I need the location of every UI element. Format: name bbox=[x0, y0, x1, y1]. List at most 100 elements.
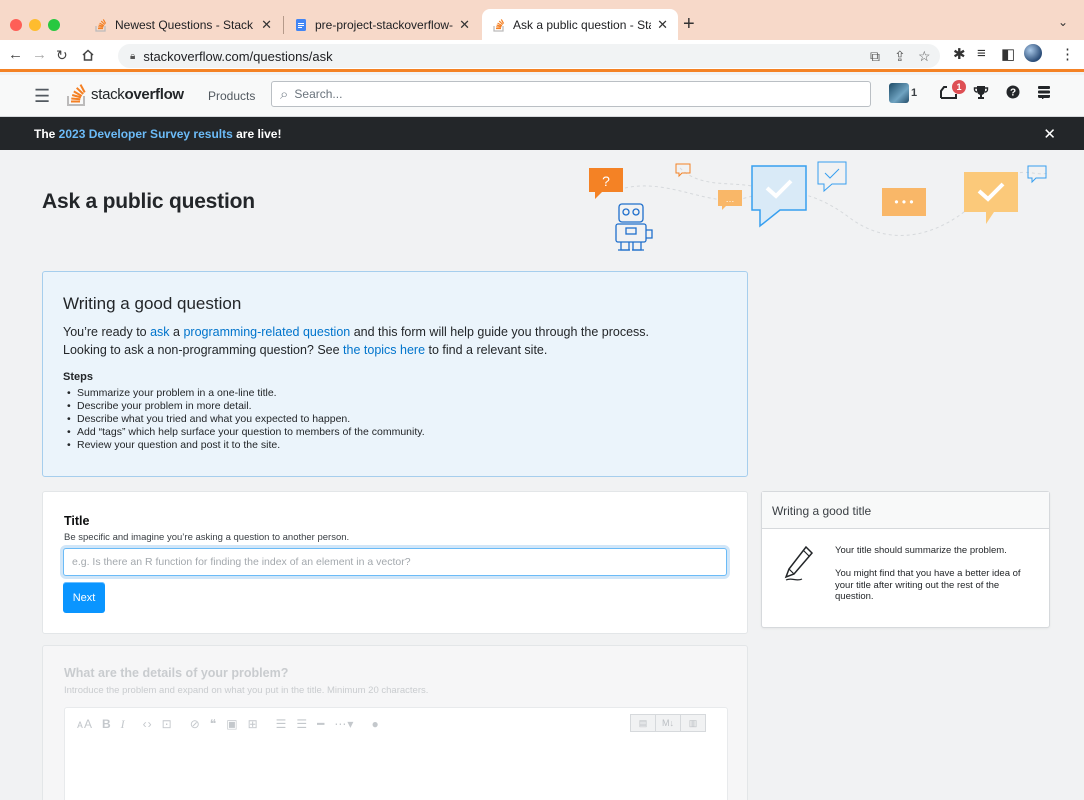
image-icon[interactable]: ▣ bbox=[226, 717, 238, 732]
horizontal-rule-icon[interactable]: ━ bbox=[317, 717, 325, 732]
search-icon: ⌕ bbox=[280, 85, 289, 103]
tips-heading: Writing a good title bbox=[762, 492, 1049, 529]
back-icon[interactable]: ← bbox=[8, 46, 23, 63]
more-icon[interactable]: ⋯▾ bbox=[334, 717, 354, 732]
close-banner-icon[interactable]: ✕ bbox=[1043, 125, 1056, 143]
achievements-trophy-icon[interactable] bbox=[973, 85, 989, 105]
next-button[interactable]: Next bbox=[63, 582, 105, 613]
help-icon[interactable]: ? bbox=[1006, 85, 1020, 104]
browser-tab[interactable]: Newest Questions - Stack Ove ✕ bbox=[84, 9, 282, 40]
address-bar[interactable]: 🔒︎ stackoverflow.com/questions/ask bbox=[118, 44, 940, 68]
home-icon[interactable] bbox=[81, 46, 95, 66]
programming-question-link[interactable]: programming-related question bbox=[183, 325, 350, 339]
reputation-count: 1 bbox=[911, 87, 918, 99]
close-tab-icon[interactable]: ✕ bbox=[261, 17, 272, 33]
ask-question-illustration: ? … • • • bbox=[589, 161, 1049, 251]
steps-list: Summarize your problem in a one-line tit… bbox=[63, 387, 727, 452]
table-icon[interactable]: ⊞ bbox=[248, 717, 259, 732]
announcement-text: The 2023 Developer Survey results are li… bbox=[34, 126, 282, 141]
minimize-window-button[interactable] bbox=[29, 19, 41, 31]
code-icon[interactable]: ‹› bbox=[143, 717, 153, 732]
share-icon[interactable]: ⇪ bbox=[894, 48, 906, 65]
site-header: ☰ stackoverflow Products ⌕ Search... 1 1… bbox=[0, 75, 1084, 117]
survey-results-link[interactable]: 2023 Developer Survey results bbox=[59, 127, 233, 141]
translate-icon[interactable]: ⧉ bbox=[870, 48, 880, 65]
inbox-badge: 1 bbox=[952, 80, 966, 94]
bold-icon[interactable]: B bbox=[102, 717, 112, 732]
step-item: Describe your problem in more detail. bbox=[63, 400, 727, 413]
step-item: Summarize your problem in a one-line tit… bbox=[63, 387, 727, 400]
new-tab-icon[interactable]: + bbox=[683, 13, 695, 36]
pencil-icon bbox=[784, 545, 814, 581]
page-title: Ask a public question bbox=[42, 190, 255, 213]
close-window-button[interactable] bbox=[10, 19, 22, 31]
browser-tab[interactable]: pre-project-stackoverflow-clon ✕ bbox=[284, 9, 480, 40]
browser-toolbar: ← → ↻ 🔒︎ stackoverflow.com/questions/ask… bbox=[0, 40, 1084, 72]
products-menu[interactable]: Products bbox=[200, 83, 263, 109]
tips-text-2: You might find that you have a better id… bbox=[835, 568, 1021, 602]
guide-heading: Writing a good question bbox=[63, 294, 242, 313]
ordered-list-icon[interactable]: ☰ bbox=[276, 717, 288, 732]
lock-icon: 🔒︎ bbox=[130, 50, 136, 62]
title-label: Title bbox=[64, 514, 90, 528]
site-search[interactable]: ⌕ Search... bbox=[271, 81, 871, 107]
step-item: Review your question and post it to the … bbox=[63, 439, 727, 452]
details-editor[interactable]: ᴀA B I ‹› ⊡ ⊘ ❝ ▣ ⊞ ☰ ☰ ━ ⋯▾ ● ▤ M↓ ▥ bbox=[64, 707, 728, 800]
preview-view-icon[interactable]: ▥ bbox=[680, 714, 706, 732]
svg-text:…: … bbox=[726, 194, 735, 204]
rich-text-view-icon[interactable]: ▤ bbox=[630, 714, 656, 732]
help-icon[interactable]: ● bbox=[371, 717, 379, 732]
user-avatar[interactable] bbox=[889, 83, 909, 103]
reading-list-icon[interactable]: ≡ bbox=[977, 45, 986, 62]
bookmark-star-icon[interactable]: ☆ bbox=[918, 48, 931, 65]
forward-icon[interactable]: → bbox=[32, 46, 47, 63]
hamburger-menu-icon[interactable]: ☰ bbox=[34, 86, 50, 107]
details-label: What are the details of your problem? bbox=[64, 666, 289, 680]
editor-toolbar: ᴀA B I ‹› ⊡ ⊘ ❝ ▣ ⊞ ☰ ☰ ━ ⋯▾ ● bbox=[77, 717, 380, 732]
question-guide-panel: Writing a good question You’re ready to … bbox=[42, 271, 748, 477]
tips-text-1: Your title should summarize the problem. bbox=[835, 545, 1007, 556]
step-item: Add “tags” which help surface your quest… bbox=[63, 426, 727, 439]
url-text: stackoverflow.com/questions/ask bbox=[143, 48, 333, 64]
ask-link[interactable]: ask bbox=[150, 325, 169, 339]
editor-view-toggle: ▤ M↓ ▥ bbox=[630, 714, 706, 732]
stackoverflow-icon bbox=[492, 18, 506, 32]
steps-heading: Steps bbox=[63, 371, 93, 383]
announcement-banner: The 2023 Developer Survey results are li… bbox=[0, 117, 1084, 150]
svg-text:?: ? bbox=[602, 173, 610, 189]
blockquote-icon[interactable]: ❝ bbox=[210, 717, 217, 732]
browser-tab-bar: Newest Questions - Stack Ove ✕ pre-proje… bbox=[0, 0, 1084, 40]
italic-icon[interactable]: I bbox=[121, 717, 126, 732]
stackoverflow-icon bbox=[94, 18, 108, 32]
svg-text:?: ? bbox=[1010, 88, 1016, 99]
topics-link[interactable]: the topics here bbox=[343, 343, 425, 357]
profile-avatar-icon[interactable] bbox=[1024, 44, 1042, 62]
reload-icon[interactable]: ↻ bbox=[56, 47, 68, 64]
browser-menu-icon[interactable]: ⋮ bbox=[1060, 45, 1075, 63]
close-tab-icon[interactable]: ✕ bbox=[657, 17, 668, 33]
heading-size-icon[interactable]: ᴀA bbox=[77, 717, 93, 732]
tab-search-chevron-icon[interactable]: ⌄ bbox=[1058, 15, 1068, 29]
tab-title: pre-project-stackoverflow-clon bbox=[315, 17, 454, 32]
tab-title: Newest Questions - Stack Ove bbox=[115, 17, 255, 32]
close-tab-icon[interactable]: ✕ bbox=[459, 17, 470, 33]
title-section: Title Be specific and imagine you’re ask… bbox=[42, 491, 748, 634]
extensions-puzzle-icon[interactable]: ✱ bbox=[953, 45, 966, 63]
markdown-view-icon[interactable]: M↓ bbox=[655, 714, 681, 732]
svg-text:• • •: • • • bbox=[894, 195, 913, 209]
browser-tab-active[interactable]: Ask a public question - Stack C ✕ bbox=[482, 9, 678, 40]
details-description: Introduce the problem and expand on what… bbox=[64, 685, 429, 696]
title-input[interactable] bbox=[63, 548, 727, 576]
stackoverflow-logo[interactable]: stackoverflow bbox=[66, 82, 184, 107]
zoom-window-button[interactable] bbox=[48, 19, 60, 31]
side-panel-icon[interactable]: ◧ bbox=[1001, 45, 1015, 63]
title-tips-panel: Writing a good title Your title should s… bbox=[761, 491, 1050, 628]
guide-intro-line-2: Looking to ask a non-programming questio… bbox=[63, 343, 548, 357]
details-section: What are the details of your problem? In… bbox=[42, 645, 748, 800]
link-icon[interactable]: ⊘ bbox=[190, 717, 201, 732]
unordered-list-icon[interactable]: ☰ bbox=[296, 717, 308, 732]
site-switcher-icon[interactable] bbox=[1037, 85, 1051, 104]
google-docs-icon bbox=[294, 18, 308, 32]
code-block-icon[interactable]: ⊡ bbox=[162, 717, 173, 732]
tab-title: Ask a public question - Stack C bbox=[513, 17, 651, 32]
